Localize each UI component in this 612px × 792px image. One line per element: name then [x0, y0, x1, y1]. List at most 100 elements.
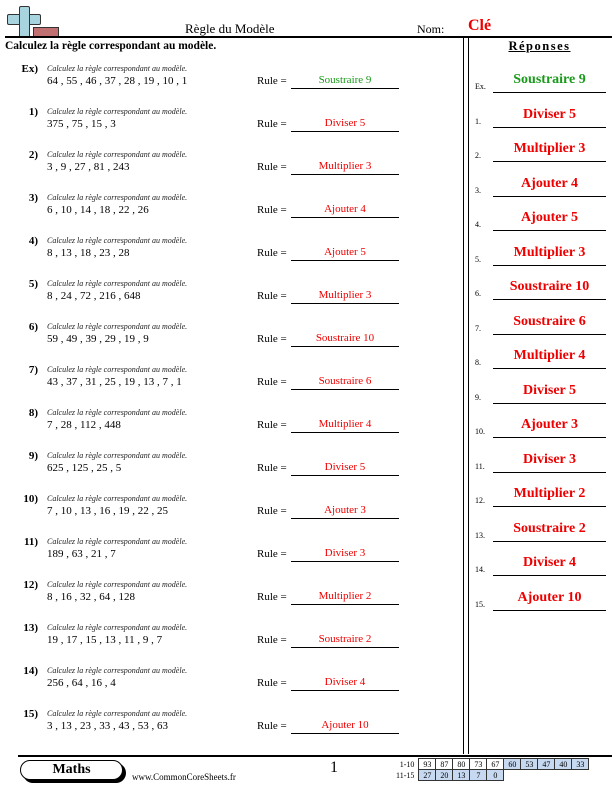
- score-row-label: 1-10: [399, 759, 415, 769]
- problem-sequence: 64 , 55 , 46 , 37 , 28 , 19 , 10 , 1: [47, 75, 188, 87]
- website-link[interactable]: www.CommonCoreSheets.fr: [132, 772, 236, 782]
- score-cell: 53: [520, 758, 539, 770]
- problem-sequence: 625 , 125 , 25 , 5: [47, 462, 122, 474]
- rule-answer[interactable]: Soustraire 2: [291, 633, 399, 645]
- rule-answer[interactable]: Diviser 5: [291, 461, 399, 473]
- problem-sequence: 8 , 24 , 72 , 216 , 648: [47, 290, 141, 302]
- problem-sequence: 256 , 64 , 16 , 4: [47, 677, 116, 689]
- problem-number: 15): [23, 708, 38, 720]
- answer-key-number: 5.: [475, 254, 481, 264]
- answer-key-number: 1.: [475, 116, 481, 126]
- rule-answer[interactable]: Multiplier 3: [291, 289, 399, 301]
- rule-answer[interactable]: Soustraire 9: [291, 74, 399, 86]
- answer-key-number: 15.: [475, 599, 485, 609]
- problem-instruction: Calculez la règle correspondant au modèl…: [47, 236, 188, 245]
- problem-sequence: 3 , 13 , 23 , 33 , 43 , 53 , 63: [47, 720, 168, 732]
- answer-key-item: 9. Diviser 5: [467, 383, 612, 413]
- answer-key-value: Diviser 4: [522, 555, 576, 570]
- answer-key-number: Ex.: [475, 82, 486, 91]
- rule-label: Rule =: [257, 462, 287, 474]
- answer-line: [291, 518, 399, 519]
- plus-icon-vertical: [19, 6, 30, 38]
- problem-sequence: 59 , 49 , 39 , 29 , 19 , 9: [47, 333, 149, 345]
- rule-answer[interactable]: Soustraire 10: [291, 332, 399, 344]
- answer-key-number: 9.: [475, 392, 481, 402]
- score-cell: 13: [452, 769, 471, 781]
- page-number: 1: [330, 759, 338, 776]
- problem-number: Ex): [21, 63, 39, 75]
- score-cell: 7: [469, 769, 488, 781]
- answer-line: [291, 389, 399, 390]
- score-table: 1-10 93 87 80 73 67 60 53 47 40 33 11-15 27 20 13 7 0: [393, 758, 590, 781]
- answer-line: [291, 432, 399, 433]
- rule-answer[interactable]: Multiplier 3: [291, 160, 399, 172]
- score-cell: 20: [435, 769, 454, 781]
- rule-label: Rule =: [257, 333, 287, 345]
- answer-key-value: Multiplier 3: [513, 141, 586, 156]
- problem-instruction: Calculez la règle correspondant au modèl…: [47, 107, 188, 116]
- rule-label: Rule =: [257, 118, 287, 130]
- answer-line: [291, 131, 399, 132]
- problem-item: 10) Calculez la règle correspondant au mo…: [0, 493, 460, 533]
- answer-key-line: [493, 161, 606, 162]
- name-label: Nom:: [417, 22, 445, 36]
- rule-answer[interactable]: Ajouter 5: [291, 246, 399, 258]
- answer-key-number: 11.: [475, 461, 485, 471]
- problem-number: 9): [28, 450, 38, 462]
- rule-answer[interactable]: Soustraire 6: [291, 375, 399, 387]
- problem-item: 12) Calculez la règle correspondant au mo…: [0, 579, 460, 619]
- problem-sequence: 43 , 37 , 31 , 25 , 19 , 13 , 7 , 1: [47, 376, 182, 388]
- problem-sequence: 7 , 10 , 13 , 16 , 19 , 22 , 25: [47, 505, 168, 517]
- answer-key-value: Soustraire 2: [513, 520, 586, 536]
- problem-item: Ex) Calculez la règle correspondant au mo…: [0, 63, 460, 103]
- answer-key-line: [493, 368, 606, 369]
- score-cell: 73: [469, 758, 488, 770]
- problem-sequence: 8 , 13 , 18 , 23 , 28: [47, 247, 130, 259]
- answer-key-line: [493, 333, 606, 335]
- answer-key-line: [493, 126, 606, 128]
- problem-sequence: 8 , 16 , 32 , 64 , 128: [47, 591, 135, 603]
- rule-answer[interactable]: Ajouter 10: [291, 719, 399, 731]
- rule-answer[interactable]: Multiplier 4: [291, 418, 399, 430]
- rule-label: Rule =: [257, 419, 287, 431]
- problem-instruction: Calculez la règle correspondant au modèl…: [47, 150, 188, 159]
- answer-key-line: [493, 609, 606, 611]
- rule-answer[interactable]: Diviser 5: [291, 117, 399, 129]
- rule-answer[interactable]: Diviser 4: [291, 676, 399, 688]
- answer-key-number: 13.: [475, 530, 485, 540]
- rule-answer[interactable]: Multiplier 2: [291, 590, 399, 602]
- answer-key-value: Diviser 5: [522, 382, 576, 398]
- problem-item: 1) Calculez la règle correspondant au mod…: [0, 106, 460, 146]
- rule-label: Rule =: [257, 75, 287, 87]
- answer-line: [291, 303, 399, 304]
- answer-key-value: Soustraire 6: [513, 313, 586, 329]
- problem-item: 5) Calculez la règle correspondant au mod…: [0, 278, 460, 318]
- problem-number: 11): [23, 536, 38, 548]
- problem-instruction: Calculez la règle correspondant au modèl…: [47, 580, 188, 589]
- score-cell: 80: [452, 758, 471, 770]
- name-value: Clé: [468, 17, 492, 34]
- problem-instruction: Calculez la règle correspondant au modèl…: [47, 64, 188, 73]
- answer-key-item: 3. Ajouter 4: [467, 176, 612, 206]
- answer-line: [291, 260, 399, 261]
- problem-item: 8) Calculez la règle correspondant au mod…: [0, 407, 460, 447]
- rule-answer[interactable]: Ajouter 3: [291, 504, 399, 516]
- answer-key-number: 10.: [475, 427, 485, 436]
- problem-number: 6): [28, 321, 38, 333]
- instructions: Calculez la règle correspondant au modèl…: [5, 40, 217, 52]
- answer-key-item: 12. Multiplier 2: [467, 486, 612, 516]
- problem-number: 12): [23, 579, 38, 591]
- rule-answer[interactable]: Diviser 3: [291, 547, 399, 559]
- answer-key-value: Ajouter 3: [521, 417, 578, 432]
- score-cell: 27: [418, 769, 437, 781]
- problem-number: 2): [28, 149, 38, 161]
- answer-key-value: Soustraire 10: [509, 279, 590, 294]
- score-cell: 40: [554, 758, 573, 770]
- score-cell: 0: [486, 769, 505, 781]
- answer-key-line: [493, 264, 606, 266]
- rule-answer[interactable]: Ajouter 4: [291, 203, 399, 215]
- answer-key-item: 10. Ajouter 3: [467, 417, 612, 447]
- answer-key-item: 11. Diviser 3: [467, 452, 612, 482]
- score-row: 1-10 93 87 80 73 67 60 53 47 40 33: [393, 758, 590, 770]
- rule-label: Rule =: [257, 548, 287, 560]
